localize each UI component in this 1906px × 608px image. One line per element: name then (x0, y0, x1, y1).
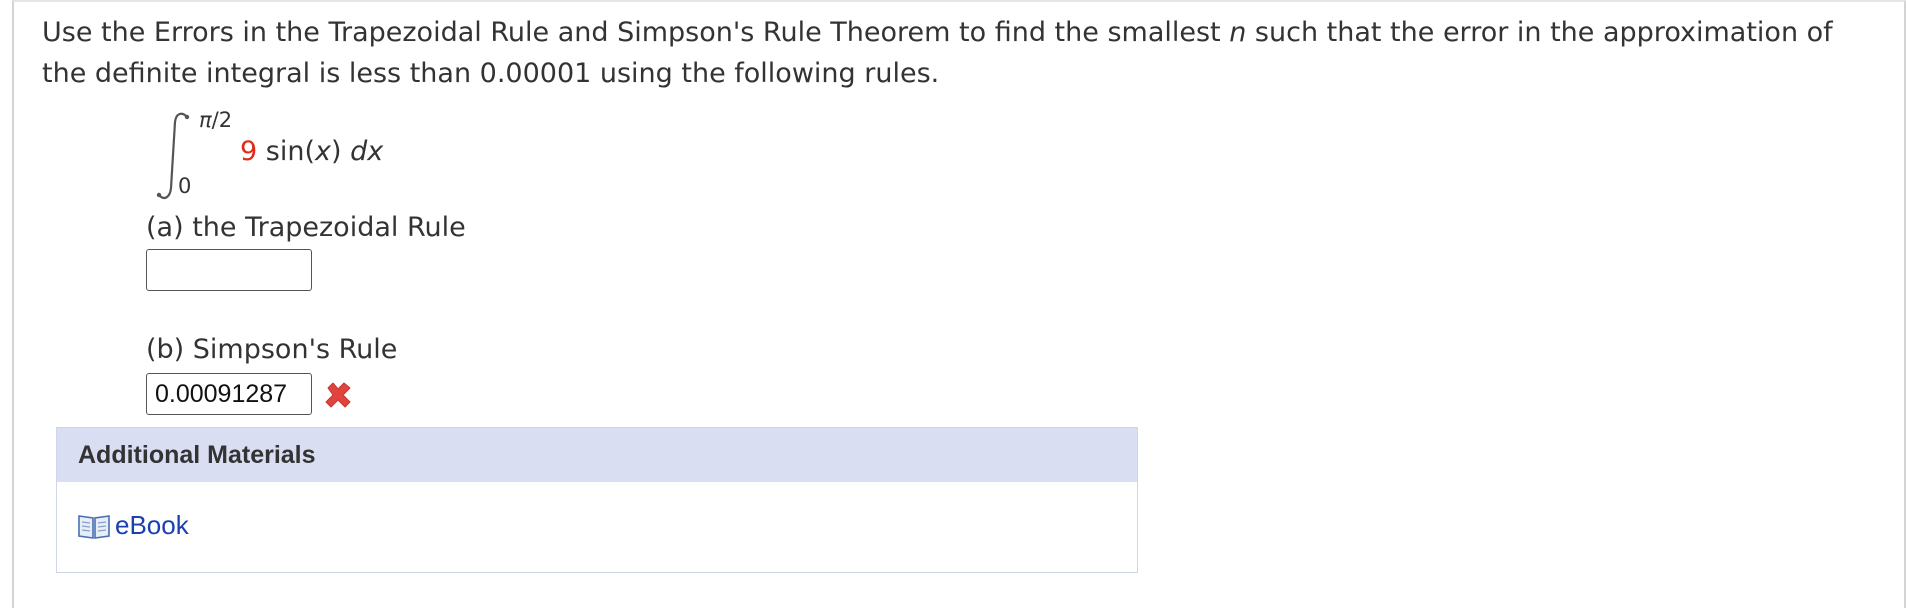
variable-n: n (1229, 17, 1247, 48)
integrand: 9 sin(x) dx (240, 136, 383, 167)
ebook-label: eBook (115, 510, 189, 540)
integrand-function-suffix: ) (330, 136, 351, 167)
lower-limit: 0 (178, 174, 192, 198)
trapezoidal-answer-input[interactable] (146, 249, 312, 291)
question-prompt: Use the Errors in the Trapezoidal Rule a… (42, 12, 1862, 94)
additional-materials-panel: Additional Materials eBook (56, 427, 1138, 573)
integrand-coefficient: 9 (240, 136, 258, 167)
pi-symbol: π (199, 108, 212, 132)
part-b-label: (b) Simpson's Rule (146, 334, 398, 365)
part-a-label: (a) the Trapezoidal Rule (146, 212, 466, 243)
incorrect-x-icon (325, 382, 351, 408)
simpsons-answer-input[interactable] (146, 373, 312, 415)
upper-limit-denominator: /2 (211, 108, 233, 132)
definite-integral: π/2 0 9 sin(x) dx (156, 106, 456, 202)
integrand-differential: dx (350, 136, 384, 167)
prompt-text-start: Use the Errors in the Trapezoidal Rule a… (42, 17, 1230, 48)
book-icon (78, 514, 110, 539)
upper-limit: π/2 (199, 108, 232, 132)
additional-materials-header: Additional Materials (57, 428, 1137, 482)
integrand-variable: x (314, 136, 331, 167)
ebook-link[interactable]: eBook (77, 510, 189, 541)
integrand-function-prefix: sin( (257, 136, 315, 167)
